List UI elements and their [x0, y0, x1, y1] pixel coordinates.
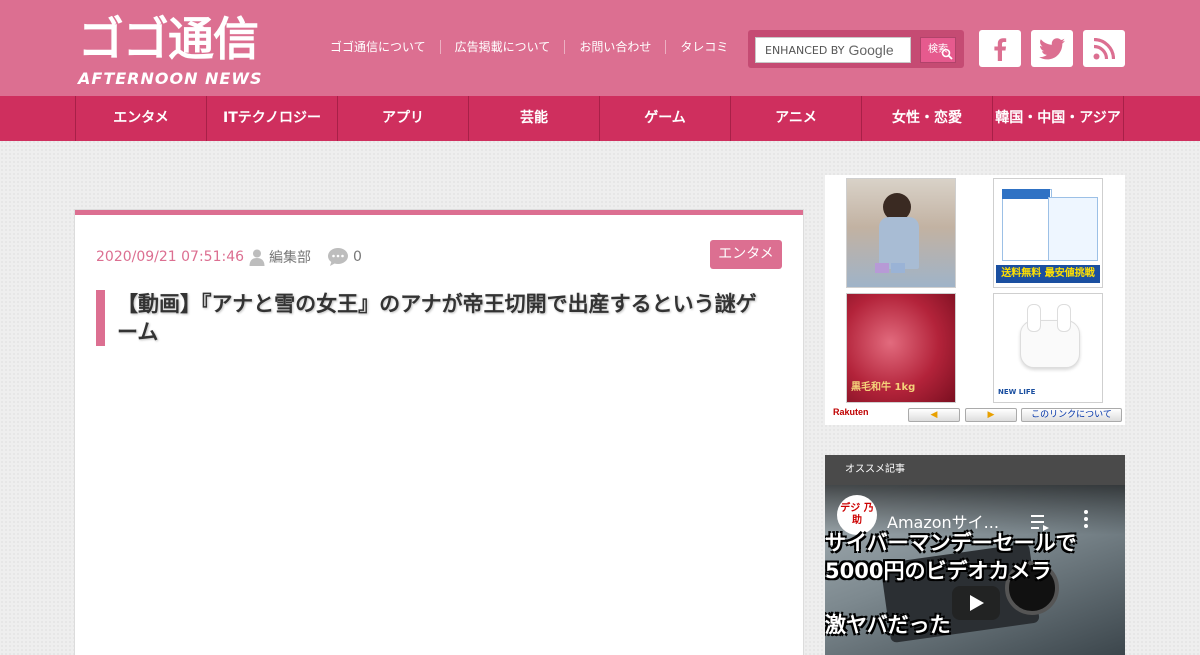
video-caption-line1: サイバーマンデーセールで — [825, 531, 1077, 555]
site-logo[interactable]: ゴゴ通信 AFTERNOON NEWS — [78, 12, 308, 88]
ad-item-wagyu[interactable]: 黒毛和牛 1kg — [846, 293, 956, 403]
ad-item-medalist-caption: 送料無料 最安値挑戦 — [996, 265, 1100, 283]
ad-item-wagyu-caption: 黒毛和牛 1kg — [851, 382, 916, 393]
logo-main-text: ゴゴ通信 — [78, 12, 259, 66]
category-badge[interactable]: エンタメ — [710, 240, 782, 269]
rakuten-ad: 送料無料 最安値挑戦 黒毛和牛 1kg NEW LIFE Rakuten ◀ ▶… — [825, 175, 1125, 425]
article-card: 2020/09/21 07:51:46 編集部 0 エンタメ 【動画】『アナと雪… — [75, 210, 803, 655]
more-options-icon[interactable] — [1083, 509, 1089, 529]
nav-item-celebrity[interactable]: 芸能 — [469, 96, 600, 141]
search-box: ENHANCED BY Google 検索 — [748, 30, 964, 68]
rakuten-logo[interactable]: Rakuten — [833, 407, 869, 417]
link-contact[interactable]: お問い合わせ — [564, 40, 665, 54]
facebook-button[interactable] — [979, 30, 1021, 67]
search-enhanced-label: ENHANCED BY — [765, 43, 845, 57]
play-button[interactable] — [952, 586, 1000, 620]
ad-item-uv-clothing[interactable] — [846, 178, 956, 288]
rss-icon — [1093, 37, 1115, 59]
user-icon — [249, 249, 265, 266]
article-date: 2020/09/21 07:51:46 — [96, 249, 245, 265]
nav-item-entertainment[interactable]: エンタメ — [76, 96, 207, 141]
ad-item-earbuds[interactable]: NEW LIFE — [993, 293, 1103, 403]
ad-prev-button[interactable]: ◀ — [908, 408, 960, 422]
link-tip-off[interactable]: タレコミ — [665, 40, 742, 54]
nav-item-anime[interactable]: アニメ — [731, 96, 862, 141]
nav-item-apps[interactable]: アプリ — [338, 96, 469, 141]
twitter-icon — [1039, 37, 1065, 59]
header-links: ゴゴ通信について 広告掲載について お問い合わせ タレコミ — [316, 40, 742, 54]
facebook-icon — [994, 37, 1007, 61]
category-nav: エンタメ ITテクノロジー アプリ 芸能 ゲーム アニメ 女性・恋愛 韓国・中国… — [0, 96, 1200, 141]
article-author: 編集部 — [248, 247, 311, 267]
ad-about-link[interactable]: このリンクについて — [1021, 408, 1122, 422]
video-caption-line3: 激ヤバだった — [825, 613, 951, 637]
nav-item-women-love[interactable]: 女性・恋愛 — [862, 96, 993, 141]
logo-sub-text: AFTERNOON NEWS — [78, 69, 263, 88]
article-comment-count: 0 — [353, 249, 362, 265]
nav-item-it-technology[interactable]: ITテクノロジー — [207, 96, 338, 141]
ad-item-earbuds-caption: NEW LIFE — [998, 388, 1036, 396]
site-header: ゴゴ通信 AFTERNOON NEWS ゴゴ通信について 広告掲載について お問… — [0, 0, 1200, 96]
rss-button[interactable] — [1083, 30, 1125, 67]
search-button[interactable]: 検索 — [920, 37, 956, 63]
recommended-title: オススメ記事 — [825, 455, 1125, 485]
search-icon — [941, 48, 953, 60]
nav-item-games[interactable]: ゲーム — [600, 96, 731, 141]
nav-item-asia[interactable]: 韓国・中国・アジア — [993, 96, 1124, 141]
article-author-name: 編集部 — [269, 250, 311, 266]
video-caption-line2: 5000円のビデオカメラ — [825, 559, 1052, 583]
recommended-section: オススメ記事 デジ 乃助 Amazonサイ... サイバーマンデーセールで 50… — [825, 455, 1125, 655]
link-advertising[interactable]: 広告掲載について — [439, 40, 565, 54]
ad-next-button[interactable]: ▶ — [965, 408, 1017, 422]
search-input[interactable]: ENHANCED BY Google — [755, 37, 911, 63]
article-comments[interactable]: 0 — [327, 247, 362, 267]
link-about[interactable]: ゴゴ通信について — [316, 40, 440, 54]
article-title: 【動画】『アナと雪の女王』のアナが帝王切開で出産するという謎ゲーム — [96, 290, 776, 346]
google-brand: Google — [848, 42, 894, 58]
play-icon — [970, 595, 984, 611]
comment-icon — [328, 248, 348, 266]
ad-item-medalist[interactable]: 送料無料 最安値挑戦 — [993, 178, 1103, 288]
twitter-button[interactable] — [1031, 30, 1073, 67]
